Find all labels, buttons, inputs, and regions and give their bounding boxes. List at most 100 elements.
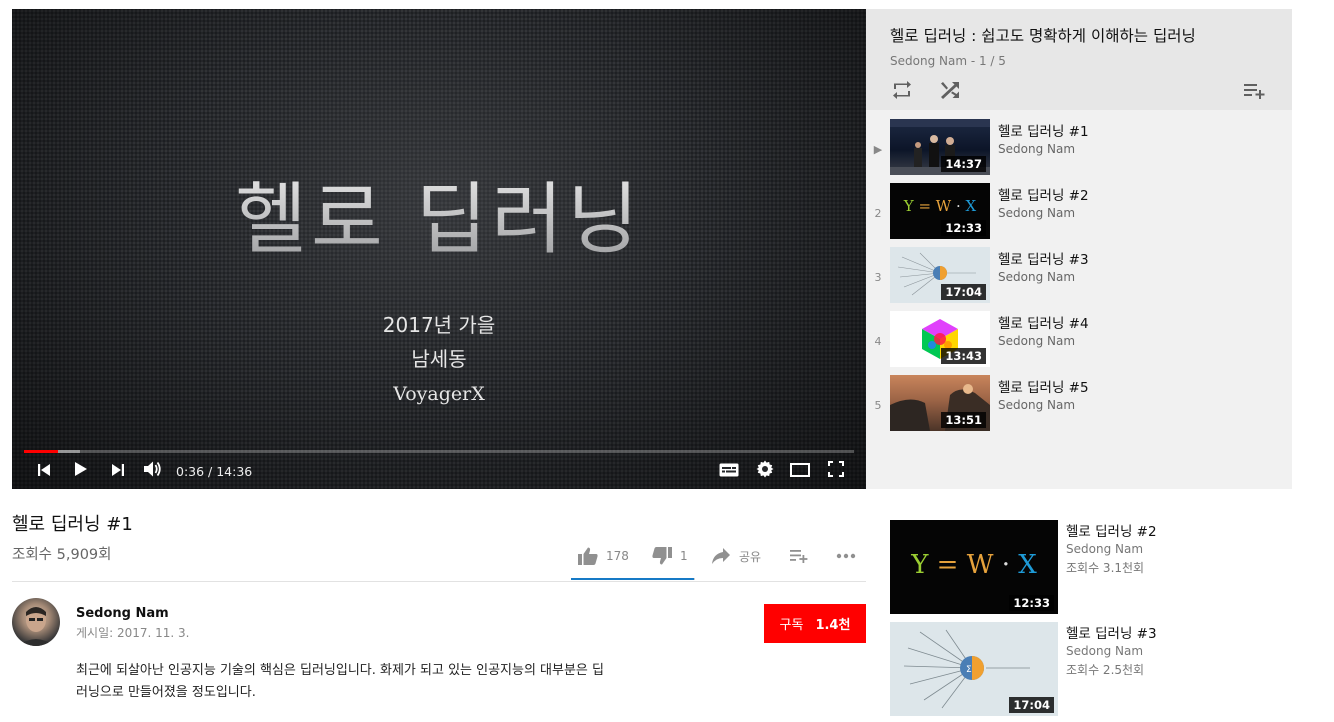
playlist-video-title: 헬로 딥러닝 #3 <box>998 252 1089 268</box>
video-duration: 17:04 <box>1009 697 1054 713</box>
volume-button[interactable] <box>140 455 166 487</box>
volume-icon <box>143 460 163 482</box>
share-button[interactable]: 공유 <box>712 544 761 568</box>
shuffle-icon <box>940 81 960 99</box>
video-duration: 13:51 <box>941 412 986 428</box>
share-icon <box>712 548 730 564</box>
video-thumbnail: Y = W · X 12:33 <box>890 520 1058 614</box>
playlist-title[interactable]: 헬로 딥러닝 : 쉽고도 명확하게 이해하는 딥러닝 <box>890 24 1196 46</box>
subtitles-icon <box>719 462 739 481</box>
playlist-video-title: 헬로 딥러닝 #2 <box>998 188 1089 204</box>
loop-icon <box>892 81 912 99</box>
playlist-item[interactable]: 3 17:04 헬로 딥러닝 #3 Sedong Nam <box>866 247 1292 309</box>
related-video[interactable]: Σ 17:04 헬로 딥러닝 #3 Sedong Nam 조회수 2.5천회 <box>890 622 1310 716</box>
view-count: 조회수 5,909회 <box>12 547 112 563</box>
playlist-video-title: 헬로 딥러닝 #1 <box>998 124 1089 140</box>
playlist-item-index: 3 <box>874 271 882 284</box>
save-playlist-button[interactable] <box>1244 83 1266 99</box>
sentiment-like-fill <box>571 578 695 580</box>
video-thumbnail: 13:43 <box>890 311 990 367</box>
playlist-item[interactable]: 2 Y = W · X 12:33 헬로 딥러닝 #2 Sedong Nam <box>866 183 1292 245</box>
sentiment-bar <box>571 578 695 580</box>
subscribe-label: 구독 <box>779 618 804 633</box>
playlist-video-channel: Sedong Nam <box>998 142 1076 156</box>
settings-button[interactable] <box>752 455 778 487</box>
subscribe-button[interactable]: 구독 1.4천 <box>764 604 866 643</box>
time-display: 0:36 / 14:36 <box>176 464 253 479</box>
svg-text:Σ: Σ <box>966 665 972 675</box>
playlist-item-index: 2 <box>874 207 882 220</box>
video-thumbnail: 14:37 <box>890 119 990 175</box>
next-button[interactable] <box>106 455 130 487</box>
fullscreen-icon <box>827 460 845 482</box>
playlist-item[interactable]: 5 13:51 헬로 딥러닝 #5 Sedong Nam <box>866 375 1292 437</box>
formula-thumbnail-art: Y = W · X <box>911 550 1037 580</box>
video-thumbnail: 13:51 <box>890 375 990 431</box>
video-duration: 17:04 <box>941 284 986 300</box>
add-to-button[interactable] <box>790 544 808 568</box>
playlist-video-channel: Sedong Nam <box>998 334 1076 348</box>
playlist-item[interactable]: ▶ 14:37 헬로 딥러닝 #1 Sedong Nam <box>866 119 1292 181</box>
shuffle-button[interactable] <box>940 81 960 99</box>
video-title: 헬로 딥러닝 #1 <box>12 514 133 535</box>
related-video-title: 헬로 딥러닝 #3 <box>1066 626 1157 642</box>
formula-thumbnail-art: Y = W · X <box>903 197 977 215</box>
slide-title: 헬로 딥러닝 <box>12 157 866 269</box>
play-button[interactable] <box>68 455 92 487</box>
playlist-item-index: 5 <box>874 399 882 412</box>
playlist-video-title: 헬로 딥러닝 #4 <box>998 316 1089 332</box>
playlist-item[interactable]: 4 13:43 헬로 딥러닝 #4 Sedong Nam <box>866 311 1292 373</box>
video-thumbnail: Σ 17:04 <box>890 622 1058 716</box>
related-video-views: 조회수 2.5천회 <box>1066 663 1145 677</box>
subscriber-count: 1.4천 <box>815 618 851 633</box>
video-thumbnail: Y = W · X 12:33 <box>890 183 990 239</box>
playlist-meta: Sedong Nam - 1 / 5 <box>890 54 1006 68</box>
theater-mode-icon <box>790 462 810 481</box>
video-duration: 12:33 <box>1009 595 1054 611</box>
related-video-channel: Sedong Nam <box>1066 644 1144 658</box>
video-duration: 13:43 <box>941 348 986 364</box>
share-label: 공유 <box>739 549 762 564</box>
add-to-playlist-icon <box>790 549 808 563</box>
description-line: 러닝으로 만들어졌을 정도입니다. <box>76 685 256 700</box>
video-duration: 12:33 <box>941 220 986 236</box>
fullscreen-button[interactable] <box>823 455 849 487</box>
video-thumbnail: 17:04 <box>890 247 990 303</box>
progress-bar[interactable] <box>24 450 854 453</box>
next-icon <box>111 462 125 481</box>
publish-date: 게시일: 2017. 11. 3. <box>76 626 190 640</box>
divider <box>12 581 866 582</box>
previous-button[interactable] <box>32 455 56 487</box>
related-video[interactable]: Y = W · X 12:33 헬로 딥러닝 #2 Sedong Nam 조회수… <box>890 520 1310 614</box>
now-playing-indicator: ▶ <box>873 143 883 156</box>
thumbs-up-icon <box>578 547 598 565</box>
add-to-playlist-icon <box>1244 83 1266 99</box>
playlist-video-channel: Sedong Nam <box>998 206 1076 220</box>
playlist-panel: 헬로 딥러닝 : 쉽고도 명확하게 이해하는 딥러닝 Sedong Nam - … <box>866 9 1292 489</box>
theater-mode-button[interactable] <box>787 455 813 487</box>
playlist-video-title: 헬로 딥러닝 #5 <box>998 380 1089 396</box>
play-icon <box>72 461 88 481</box>
related-video-channel: Sedong Nam <box>1066 542 1144 556</box>
thumbs-down-icon <box>652 547 672 565</box>
slide-year: 2017년 가을 <box>382 313 496 337</box>
dislike-count: 1 <box>680 549 688 563</box>
video-player[interactable]: 헬로 딥러닝 2017년 가을 남세동 VoyagerX 0:36 / 14:3… <box>12 9 866 489</box>
dislike-button[interactable]: 1 <box>652 544 688 568</box>
playlist-item-index: 4 <box>874 335 882 348</box>
video-duration: 14:37 <box>941 156 986 172</box>
avatar[interactable] <box>12 598 60 646</box>
slide-author: 남세동 <box>411 347 467 371</box>
slide-company: VoyagerX <box>393 383 485 405</box>
video-description: 최근에 되살아난 인공지능 기술의 핵심은 딥러닝입니다. 화제가 되고 있는 … <box>76 660 696 704</box>
like-count: 178 <box>606 549 629 563</box>
channel-name[interactable]: Sedong Nam <box>76 606 169 621</box>
like-button[interactable]: 178 <box>578 544 629 568</box>
subtitles-button[interactable] <box>716 455 742 487</box>
player-controls: 0:36 / 14:36 <box>12 455 866 487</box>
settings-icon <box>756 460 774 482</box>
loop-playlist-button[interactable] <box>892 81 912 99</box>
previous-icon <box>37 462 51 481</box>
more-actions-button[interactable] <box>836 544 856 568</box>
related-video-title: 헬로 딥러닝 #2 <box>1066 524 1157 540</box>
